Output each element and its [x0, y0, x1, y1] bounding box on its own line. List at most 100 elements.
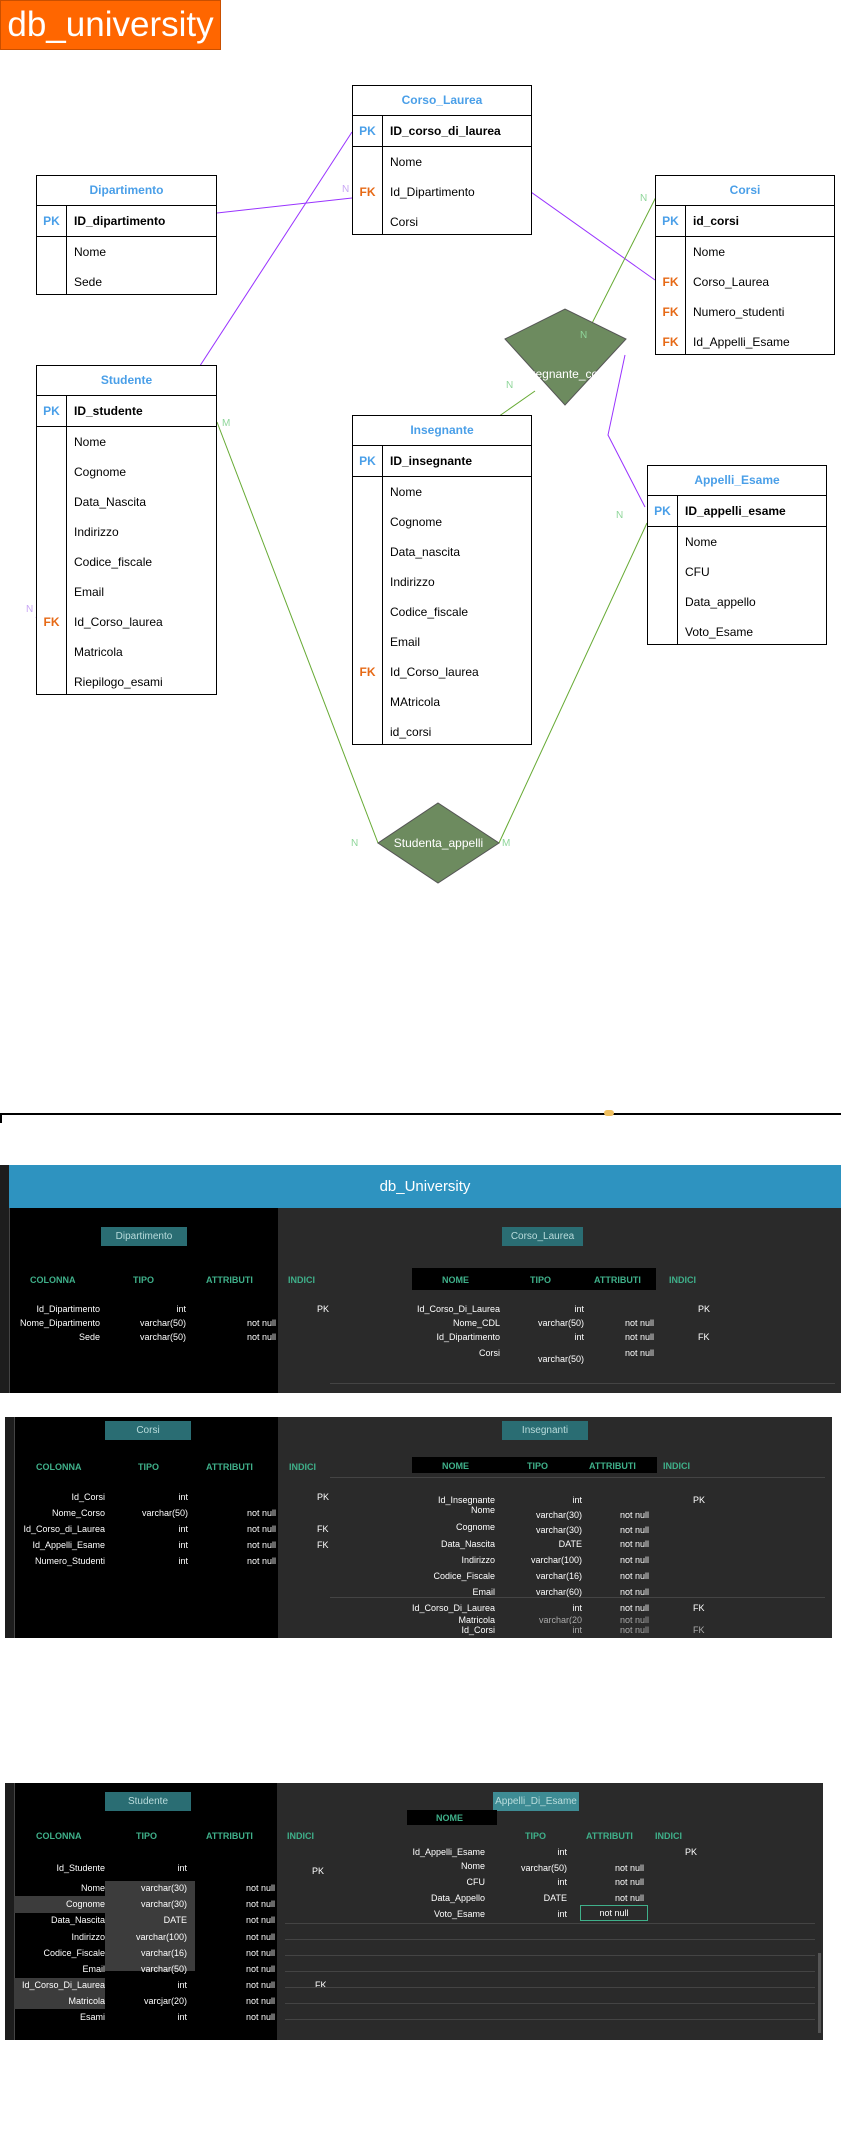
entity-divider: [66, 395, 67, 694]
col-header: TIPO: [133, 1275, 155, 1285]
entity-row: Data_nascita: [353, 537, 531, 567]
table-cell: not null: [615, 1877, 645, 1887]
table-cell: FK: [693, 1603, 705, 1613]
col-header: ATTRIBUTI: [586, 1831, 633, 1841]
table-cell: int: [557, 1909, 567, 1919]
table-cell: not null: [620, 1603, 650, 1613]
spreadsheet-1[interactable]: db_University Dipartimento COLONNA TIPO …: [0, 1165, 841, 1393]
field-name: ID_dipartimento: [74, 214, 166, 228]
table-cell: int: [557, 1877, 567, 1887]
field-name: Id_Corso_laurea: [74, 615, 163, 629]
col-header: COLONNA: [30, 1275, 76, 1285]
cardinality-n: N: [351, 838, 359, 849]
entity-row: PK ID_corso_di_laurea: [353, 116, 531, 147]
table-cell: Voto_Esame: [433, 1909, 485, 1919]
table-cell: int: [574, 1332, 584, 1342]
table-cell: DATE: [163, 1915, 187, 1925]
relation-inxegnante-corsi-shape: [504, 308, 627, 406]
cardinality-m: M: [222, 418, 231, 429]
table-cell: int: [178, 1540, 188, 1550]
field-name: Email: [390, 635, 421, 649]
table-cell: Codice_Fiscale: [43, 1948, 105, 1958]
table-cell: varchar(50): [537, 1318, 584, 1328]
table-cell: not null: [245, 1899, 275, 1909]
table-cell: Id_Insegnante: [437, 1495, 495, 1505]
table-cell: varchar(30): [140, 1883, 187, 1893]
pk-badge: PK: [654, 504, 671, 518]
table-cell: Id_Dipartimento: [436, 1332, 500, 1342]
entity-row: Nome: [37, 237, 216, 267]
entity-title: Dipartimento: [37, 176, 216, 206]
table-title-insegnanti: Insegnanti: [502, 1421, 588, 1440]
entity-title: Insegnante: [353, 416, 531, 446]
table-cell: PK: [317, 1492, 330, 1502]
entity-title: Corsi: [656, 176, 834, 206]
entity-divider: [382, 445, 383, 744]
field-name: MAtricola: [390, 695, 441, 709]
grid-line: [330, 1477, 825, 1478]
field-name: Id_Dipartimento: [390, 185, 475, 199]
entity-divider: [677, 495, 678, 644]
separator-handle[interactable]: [604, 1110, 614, 1116]
col-header: ATTRIBUTI: [594, 1275, 641, 1285]
col-header: COLONNA: [36, 1462, 82, 1472]
relation-inxegnante-corsi-label: inxegnante_corsi: [520, 367, 611, 381]
table-cell: varchar(30): [535, 1525, 582, 1535]
col-header: NOME: [436, 1813, 463, 1823]
table-cell: varchar(30): [140, 1899, 187, 1909]
table-cell: not null: [246, 1508, 276, 1518]
entity-row: FK Numero_studenti: [656, 297, 834, 327]
fk-badge: FK: [359, 665, 376, 679]
spreadsheet-2-last-row[interactable]: Id_Corsi int not null FK: [5, 1624, 832, 1638]
field-name: ID_studente: [74, 404, 143, 418]
entity-studente[interactable]: Studente PK ID_studente Nome Cognome Data…: [36, 365, 217, 695]
entity-insegnante[interactable]: Insegnante PK ID_insegnante Nome Cognome …: [352, 415, 532, 745]
table-cell: DATE: [543, 1893, 567, 1903]
spreadsheet-2[interactable]: Corsi COLONNA TIPO ATTRIBUTI INDICI Id_C…: [5, 1417, 832, 1624]
entity-dipartimento[interactable]: Dipartimento PK ID_dipartimento Nome Sede: [36, 175, 217, 295]
col-header: INDICI: [289, 1462, 316, 1472]
field-name: id_corsi: [693, 214, 740, 228]
scrollbar[interactable]: [818, 1953, 821, 2033]
grid-line: [285, 1987, 815, 1988]
field-name: Nome: [693, 245, 726, 259]
table-cell: Id_Corsi: [71, 1492, 105, 1502]
entity-divider: [66, 205, 67, 294]
table-cell: not null: [625, 1332, 655, 1342]
pk-badge: PK: [43, 214, 60, 228]
table-cell: Id_Appelli_Esame: [32, 1540, 105, 1550]
table-cell: int: [177, 1980, 187, 1990]
table-cell: FK: [317, 1540, 329, 1550]
entity-corso-laurea[interactable]: Corso_Laurea PK ID_corso_di_laurea Nome F…: [352, 85, 532, 235]
entity-divider: [685, 205, 686, 354]
col-header: INDICI: [669, 1275, 696, 1285]
field-name: Sede: [74, 275, 103, 289]
field-name: ID_corso_di_laurea: [390, 124, 501, 138]
entity-row: FK Corso_Laurea: [656, 267, 834, 297]
col-header: ATTRIBUTI: [206, 1275, 253, 1285]
grid-line: [285, 2003, 815, 2004]
spreadsheet-3[interactable]: Studente COLONNA TIPO ATTRIBUTI INDICI I…: [5, 1783, 823, 2040]
table-cell: int: [178, 1524, 188, 1534]
entity-title: Appelli_Esame: [648, 466, 826, 496]
table-cell: Nome: [470, 1505, 495, 1515]
entity-row: Email: [353, 627, 531, 657]
selected-cell[interactable]: not null: [580, 1905, 648, 1921]
table-cell: Nome: [80, 1883, 105, 1893]
field-name: Nome: [685, 535, 718, 549]
table-cell: not null: [625, 1318, 655, 1328]
entity-row: Codice_fiscale: [353, 597, 531, 627]
entity-row: Indirizzo: [37, 517, 216, 547]
entity-corsi[interactable]: Corsi PK id_corsi Nome FK Corso_Laurea FK N…: [655, 175, 835, 355]
sheet-banner: db_University: [9, 1165, 841, 1208]
entity-appelli-esame[interactable]: Appelli_Esame PK ID_appelli_esame Nome CF…: [647, 465, 827, 645]
fk-badge: FK: [662, 275, 679, 289]
table-cell: Codice_Fiscale: [433, 1571, 495, 1581]
sheet-black-panel: [14, 1624, 278, 1638]
fk-badge: FK: [662, 335, 679, 349]
entity-row: FK Id_Dipartimento: [353, 177, 531, 207]
table-cell: varchar(30): [535, 1510, 582, 1520]
entity-row: FK Id_Appelli_Esame: [656, 327, 834, 357]
table-cell: varchar(50): [537, 1354, 584, 1364]
table-cell: int: [572, 1625, 582, 1635]
